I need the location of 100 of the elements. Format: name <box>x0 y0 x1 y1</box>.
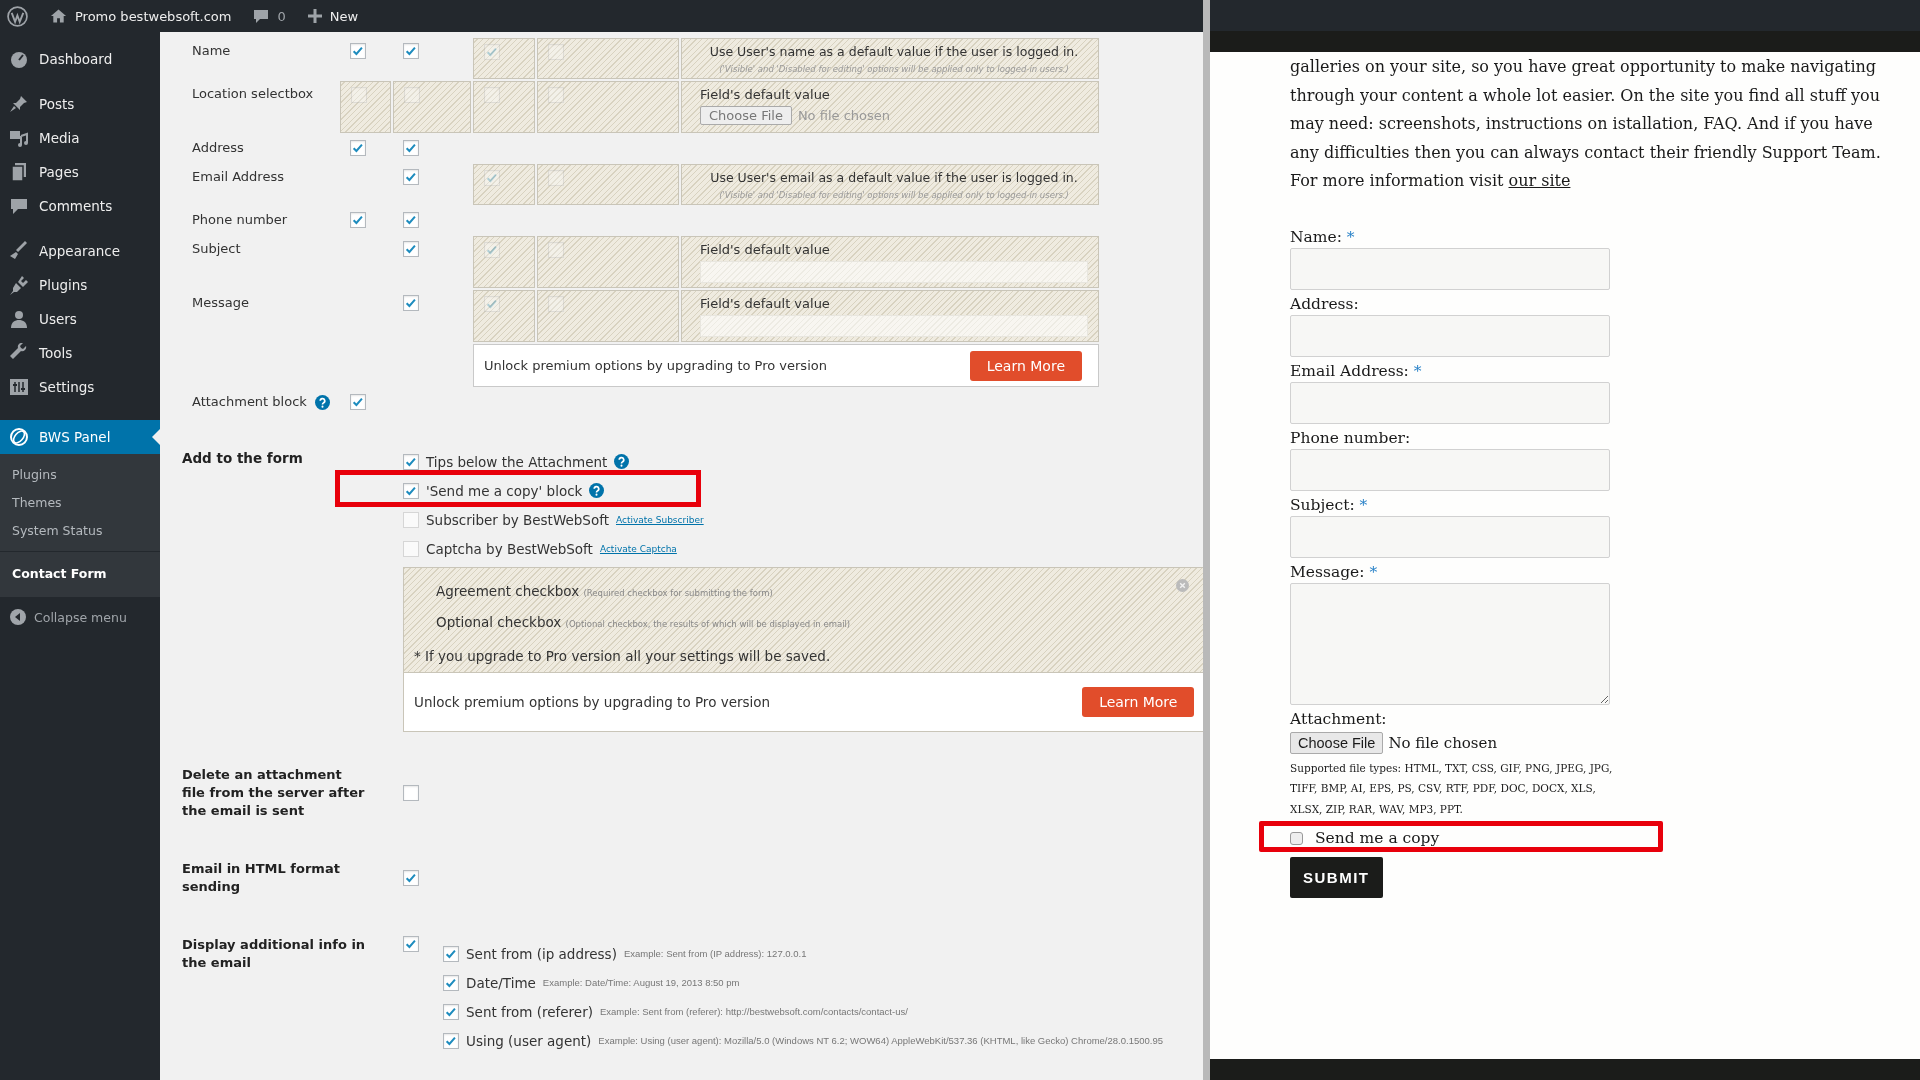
setting-label: Email in HTML format sending <box>182 860 341 896</box>
note-text: Use User's email as a default value if the user is logged in. <box>709 170 1079 185</box>
menu-item[interactable]: Users <box>0 302 160 336</box>
message-field[interactable] <box>1290 582 1610 705</box>
submenu-item[interactable]: Themes <box>0 489 160 517</box>
new-link[interactable]: New <box>329 8 359 24</box>
checkbox[interactable] <box>350 43 366 59</box>
checkbox[interactable] <box>403 785 419 801</box>
checkbox[interactable] <box>403 453 419 470</box>
required-mark: * <box>1413 361 1422 380</box>
field-label: Attachment: <box>1290 709 1387 728</box>
wordpress-logo-icon[interactable] <box>7 5 28 27</box>
hint-text: ('Visible' and 'Disabled for editing' options will be applied only to logged-in users.) <box>718 64 1070 74</box>
gauge-icon <box>9 49 29 69</box>
option-label: Using (user agent) <box>466 1032 592 1049</box>
choose-file-button[interactable]: Choose File <box>700 106 792 125</box>
menu-item[interactable]: Dashboard <box>0 42 160 76</box>
hint-text: ('Visible' and 'Disabled for editing' options will be applied only to logged-in users.) <box>718 190 1070 200</box>
upgrade-text: Unlock premium options by upgrading to Pro version <box>414 694 771 710</box>
text-field[interactable] <box>1290 314 1610 357</box>
menu-item[interactable]: Comments <box>0 189 160 223</box>
file-types-note: Supported file types: HTML, TXT, CSS, GIF, PNG, JPEG, JPG, TIFF, BMP, AI, EPS, PS, CSV, RTF, PDF, DOC, DOCX, XLS, XLSX, ZIP, RAR, WAV, MP3, PPT. <box>1290 760 1614 817</box>
sliders-icon <box>9 377 29 397</box>
choose-file-button[interactable]: Choose File <box>1290 731 1384 754</box>
field-label: Phone number: <box>1290 428 1411 447</box>
menu-item[interactable]: BWS Panel <box>0 420 160 454</box>
checkbox[interactable] <box>403 43 419 59</box>
example-text: Example: Sent from (IP address): 127.0.0.1 <box>623 948 807 959</box>
checkbox[interactable] <box>403 212 419 228</box>
example-text: Example: Using (user agent): Mozilla/5.0 (Windows NT 6.2; WOW64) AppleWebKit/537.36 (KHTML, like Gecko) Chrome/28.0.1500.95 <box>598 1035 1163 1046</box>
checkbox[interactable] <box>443 1003 459 1020</box>
submenu-item[interactable]: System Status <box>0 517 160 545</box>
setting-label: Display additional info in the email <box>182 936 367 972</box>
pin-icon <box>9 94 29 114</box>
checkbox[interactable] <box>350 212 366 228</box>
menu-item[interactable]: Plugins <box>0 268 160 302</box>
section-label: Add to the form <box>182 449 304 468</box>
checkbox[interactable] <box>403 936 419 952</box>
learn-more-button[interactable]: Learn More <box>969 350 1082 381</box>
text-field[interactable] <box>1290 247 1610 290</box>
menu-item[interactable]: Pages <box>0 155 160 189</box>
collapse-menu-button[interactable]: Collapse menu <box>0 597 160 637</box>
help-icon[interactable] <box>589 483 605 498</box>
comment-count[interactable]: 0 <box>277 8 286 24</box>
checkbox[interactable] <box>443 945 459 962</box>
field-label: Message <box>192 295 249 310</box>
field-label: Subject <box>192 241 241 256</box>
checkbox[interactable] <box>403 295 419 311</box>
pro-option-text: Agreement checkbox (Required checkbox for submitting the form) <box>436 582 773 601</box>
checkbox-label: Send me a copy <box>1315 829 1440 847</box>
help-icon[interactable] <box>314 395 330 410</box>
site-name-link[interactable]: Promo bestwebsoft.com <box>75 8 232 24</box>
default-value-label: Field's default value <box>700 87 831 102</box>
text-field[interactable] <box>1290 448 1610 491</box>
plug-icon <box>9 275 29 295</box>
default-value-label: Field's default value <box>700 242 831 257</box>
menu-item[interactable]: Posts <box>0 87 160 121</box>
paintbrush-icon <box>9 241 29 261</box>
help-icon[interactable] <box>614 454 630 469</box>
field-label: Email Address: <box>1290 361 1409 380</box>
default-value-field[interactable] <box>700 315 1088 337</box>
field-label: Address: <box>1290 294 1359 313</box>
home-icon[interactable] <box>50 8 67 24</box>
text-field[interactable] <box>1290 381 1610 424</box>
pointer-icon <box>152 429 160 445</box>
pro-option-text: Optional checkbox (Optional checkbox, the results of which will be displayed in email) <box>436 613 851 632</box>
note-text: Use User's name as a default value if the user is logged in. <box>708 44 1080 59</box>
field-label: Location selectbox <box>192 86 314 101</box>
checkbox[interactable] <box>350 140 366 156</box>
default-value-field[interactable] <box>700 261 1088 283</box>
option-label: Sent from (referer) <box>466 1003 593 1020</box>
checkbox[interactable] <box>350 394 366 410</box>
submenu-item[interactable]: Contact Form <box>0 551 160 591</box>
option-label: Tips below the Attachment <box>426 453 608 470</box>
checkbox[interactable] <box>403 169 419 185</box>
menu-item[interactable]: Tools <box>0 336 160 370</box>
submit-button[interactable]: SUBMIT <box>1290 857 1383 898</box>
upgrade-text: Unlock premium options by upgrading to Pro version <box>484 358 827 373</box>
menu-item[interactable]: Appearance <box>0 234 160 268</box>
globe-icon <box>9 427 29 447</box>
menu-item[interactable]: Media <box>0 121 160 155</box>
checkbox[interactable] <box>403 140 419 156</box>
checkbox[interactable] <box>403 870 419 886</box>
checkbox[interactable] <box>1290 831 1303 845</box>
comment-icon[interactable] <box>253 8 270 24</box>
field-label: Address <box>192 140 244 155</box>
option-label: Sent from (ip address) <box>466 945 617 962</box>
learn-more-button[interactable]: Learn More <box>1082 687 1195 717</box>
required-mark: * <box>1369 562 1378 581</box>
checkbox[interactable] <box>403 241 419 257</box>
plus-icon[interactable] <box>307 9 322 23</box>
site-link[interactable]: our site <box>1508 171 1571 190</box>
required-mark: * <box>1359 495 1368 514</box>
checkbox[interactable] <box>443 1032 459 1049</box>
menu-item[interactable]: Settings <box>0 370 160 404</box>
submenu-item[interactable]: Plugins <box>0 461 160 489</box>
checkbox[interactable] <box>403 482 419 499</box>
text-field[interactable] <box>1290 515 1610 558</box>
field-label: Phone number <box>192 212 288 227</box>
checkbox[interactable] <box>443 974 459 991</box>
